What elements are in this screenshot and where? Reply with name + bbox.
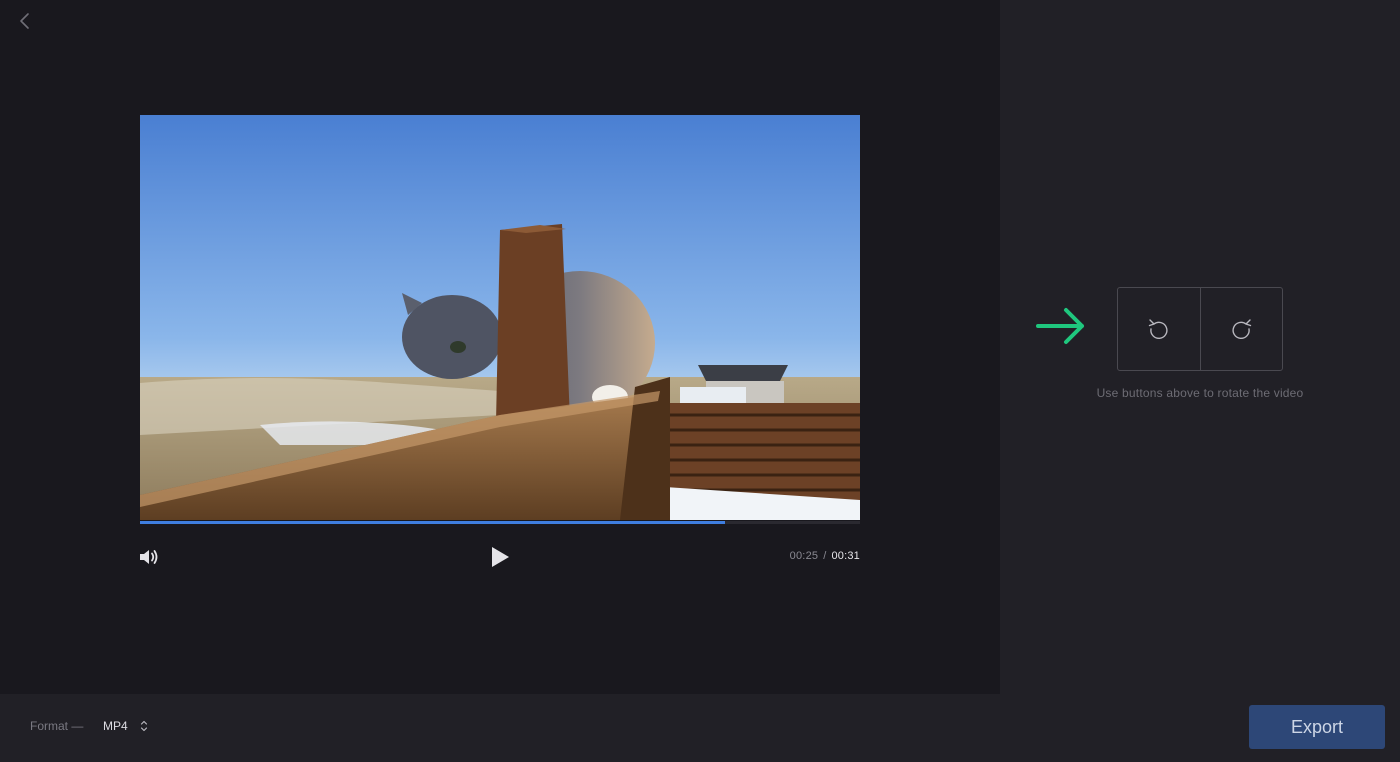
rotate-buttons [1117,287,1283,371]
chevron-up-down-icon [140,720,147,732]
volume-button[interactable] [138,547,160,567]
rotate-counterclockwise-icon [1148,319,1168,340]
rotate-clockwise-icon [1232,319,1252,340]
bottom-toolbar [0,694,1400,762]
back-button[interactable] [14,10,36,32]
play-button[interactable] [488,545,512,569]
volume-icon [140,550,158,564]
video-preview[interactable] [140,115,860,520]
format-select[interactable]: MP4 [103,714,157,738]
format-label: Format — [30,719,84,733]
video-frame [140,115,860,520]
rotate-right-button[interactable] [1199,288,1283,370]
format-value: MP4 [103,719,128,733]
chevron-left-icon [20,13,29,29]
current-time: 00:25 [789,550,819,562]
time-separator: / [823,550,827,562]
arrow-right-icon [1036,308,1084,344]
progress-bar[interactable] [140,521,860,524]
rotate-hint: Use buttons above to rotate the video [1096,386,1304,400]
progress-fill [140,521,725,524]
export-button[interactable]: Export [1249,705,1385,749]
time-display: 00:25 / 00:31 [760,550,860,562]
total-time: 00:31 [831,550,860,562]
play-icon [492,547,509,567]
rotate-left-button[interactable] [1118,288,1200,370]
